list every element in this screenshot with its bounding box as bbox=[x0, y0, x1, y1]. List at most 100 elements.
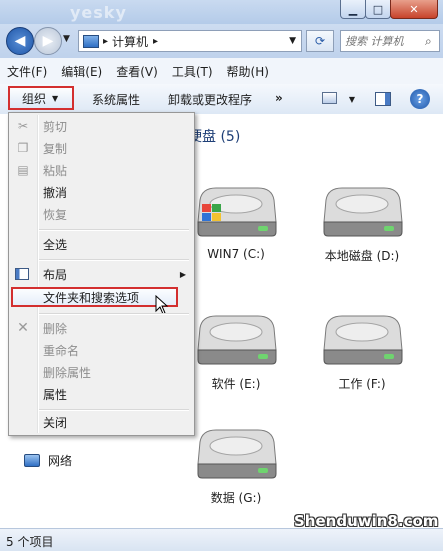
menu-view[interactable]: 查看(V) bbox=[109, 63, 165, 80]
help-button[interactable]: ? bbox=[410, 89, 430, 109]
drive-item-g[interactable]: 数据 (G:) bbox=[186, 424, 286, 506]
content-area: 硬盘 (5) WIN7 (C:) 本地磁盘 (D:) 软件 (E:) 工作 (F… bbox=[186, 114, 443, 530]
menu-item-select-all[interactable]: 全选 bbox=[9, 233, 192, 255]
preview-pane-icon bbox=[385, 93, 390, 105]
menu-item-folder-search-options-label: 文件夹和搜索选项 bbox=[43, 290, 140, 305]
drive-label-e: 软件 (E:) bbox=[211, 377, 261, 391]
refresh-icon: ⟳ bbox=[314, 34, 326, 48]
title-bar: yesky ▁ □ ✕ bbox=[0, 0, 443, 24]
computer-icon bbox=[83, 34, 99, 48]
menu-item-paste[interactable]: ▤ 粘贴 bbox=[9, 159, 192, 181]
menu-item-undo-label: 撤消 bbox=[43, 185, 68, 200]
menu-item-properties-label: 属性 bbox=[43, 387, 68, 402]
menu-item-properties[interactable]: 属性 bbox=[9, 383, 192, 405]
address-separator-2[interactable]: ▸ bbox=[153, 36, 158, 47]
status-item-count: 5 个项目 bbox=[6, 535, 54, 549]
menu-item-remove-properties[interactable]: 删除属性 bbox=[9, 361, 192, 383]
menu-edit[interactable]: 编辑(E) bbox=[54, 63, 109, 80]
menu-item-layout-label: 布局 bbox=[43, 267, 68, 282]
navigation-bar: ◀ ▶ ▼ ▸ 计算机 ▸ ▼ ⟳ ⌕ bbox=[0, 24, 443, 58]
drive-label-g: 数据 (G:) bbox=[210, 491, 262, 505]
menu-bar: 文件(F) 编辑(E) 查看(V) 工具(T) 帮助(H) bbox=[0, 58, 443, 85]
menu-item-paste-label: 粘贴 bbox=[43, 163, 68, 178]
menu-item-close-label: 关闭 bbox=[43, 415, 68, 430]
hard-drive-icon bbox=[197, 429, 277, 479]
drive-label-c: WIN7 (C:) bbox=[207, 247, 265, 261]
maximize-button[interactable]: □ bbox=[365, 0, 391, 19]
menu-item-remove-properties-label: 删除属性 bbox=[43, 365, 92, 380]
menu-separator bbox=[39, 229, 189, 231]
group-header-hard-disks: 硬盘 (5) bbox=[188, 129, 241, 145]
hard-drive-icon bbox=[323, 187, 403, 237]
address-dropdown-icon[interactable]: ▼ bbox=[289, 36, 296, 46]
mouse-cursor-icon bbox=[155, 295, 169, 315]
menu-item-rename-label: 重命名 bbox=[43, 343, 80, 358]
menu-item-select-all-label: 全选 bbox=[43, 237, 68, 252]
search-input[interactable] bbox=[341, 33, 425, 49]
command-toolbar: 组织 ▼ 系统属性 卸载或更改程序 » ▼ ? bbox=[0, 84, 443, 115]
copy-icon: ❐ bbox=[17, 141, 29, 155]
menu-separator bbox=[39, 313, 189, 315]
drive-item-d[interactable]: 本地磁盘 (D:) bbox=[312, 182, 412, 264]
view-dropdown-icon: ▼ bbox=[348, 95, 355, 104]
menu-item-close[interactable]: 关闭 bbox=[9, 411, 192, 433]
drive-item-e[interactable]: 软件 (E:) bbox=[186, 310, 286, 392]
refresh-button[interactable]: ⟳ bbox=[306, 30, 334, 52]
nav-item-network[interactable]: 网络 bbox=[24, 452, 72, 469]
menu-item-redo-label: 恢复 bbox=[43, 207, 68, 222]
menu-item-copy[interactable]: ❐ 复制 bbox=[9, 137, 192, 159]
view-icon bbox=[322, 92, 337, 104]
menu-file[interactable]: 文件(F) bbox=[0, 63, 54, 80]
status-bar: 5 个项目 bbox=[0, 528, 443, 551]
preview-pane-button[interactable] bbox=[375, 92, 391, 106]
menu-item-copy-label: 复制 bbox=[43, 141, 68, 156]
back-button[interactable]: ◀ bbox=[6, 27, 34, 55]
forward-arrow-icon: ▶ bbox=[42, 33, 54, 49]
address-segment-computer[interactable]: 计算机 bbox=[112, 33, 148, 50]
recent-pages-dropdown[interactable]: ▼ bbox=[63, 34, 70, 44]
address-bar[interactable]: ▸ 计算机 ▸ ▼ bbox=[78, 30, 302, 52]
chevron-down-icon: ▼ bbox=[52, 93, 59, 103]
system-properties-button[interactable]: 系统属性 bbox=[92, 91, 140, 108]
hard-drive-icon bbox=[323, 315, 403, 365]
network-icon bbox=[24, 454, 40, 467]
close-button[interactable]: ✕ bbox=[390, 0, 438, 19]
menu-item-cut[interactable]: ✂ 剪切 bbox=[9, 115, 192, 137]
drive-item-f[interactable]: 工作 (F:) bbox=[312, 310, 412, 392]
organize-menu: ✂ 剪切 ❐ 复制 ▤ 粘贴 撤消 恢复 全选 布局 ▶ 文件夹和搜索选项 ✕ … bbox=[8, 112, 195, 436]
minimize-button[interactable]: ▁ bbox=[340, 0, 366, 19]
paste-icon: ▤ bbox=[17, 163, 29, 177]
change-view-button[interactable]: ▼ bbox=[322, 92, 355, 107]
menu-tools[interactable]: 工具(T) bbox=[165, 63, 220, 80]
delete-x-icon: ✕ bbox=[17, 320, 29, 336]
menu-item-delete-label: 删除 bbox=[43, 321, 68, 336]
back-arrow-icon: ◀ bbox=[14, 33, 26, 49]
menu-item-delete[interactable]: ✕ 删除 bbox=[9, 317, 192, 339]
organize-button[interactable]: 组织 ▼ bbox=[8, 86, 74, 110]
menu-item-undo[interactable]: 撤消 bbox=[9, 181, 192, 203]
drive-item-c[interactable]: WIN7 (C:) bbox=[186, 182, 286, 261]
scissors-icon: ✂ bbox=[17, 119, 29, 133]
drive-label-d: 本地磁盘 (D:) bbox=[324, 249, 400, 263]
menu-help[interactable]: 帮助(H) bbox=[220, 63, 276, 80]
drive-label-f: 工作 (F:) bbox=[338, 377, 386, 391]
address-separator[interactable]: ▸ bbox=[103, 36, 108, 47]
layout-icon bbox=[15, 268, 29, 280]
hard-drive-icon bbox=[197, 315, 277, 365]
menu-item-folder-search-options[interactable]: 文件夹和搜索选项 bbox=[11, 287, 178, 307]
forward-button[interactable]: ▶ bbox=[34, 27, 62, 55]
submenu-arrow-icon: ▶ bbox=[179, 269, 186, 279]
organize-label: 组织 bbox=[22, 91, 47, 106]
more-commands-button[interactable]: » bbox=[275, 91, 283, 105]
menu-item-redo[interactable]: 恢复 bbox=[9, 203, 192, 225]
menu-item-rename[interactable]: 重命名 bbox=[9, 339, 192, 361]
menu-item-layout[interactable]: 布局 ▶ bbox=[9, 263, 192, 285]
menu-item-cut-label: 剪切 bbox=[43, 119, 68, 134]
watermark-top: yesky bbox=[70, 3, 127, 22]
uninstall-program-button[interactable]: 卸载或更改程序 bbox=[168, 91, 252, 108]
search-icon[interactable]: ⌕ bbox=[425, 34, 432, 49]
search-box[interactable]: ⌕ bbox=[340, 30, 440, 52]
menu-separator bbox=[39, 259, 189, 261]
hard-drive-icon bbox=[197, 187, 277, 237]
help-icon: ? bbox=[416, 92, 424, 106]
